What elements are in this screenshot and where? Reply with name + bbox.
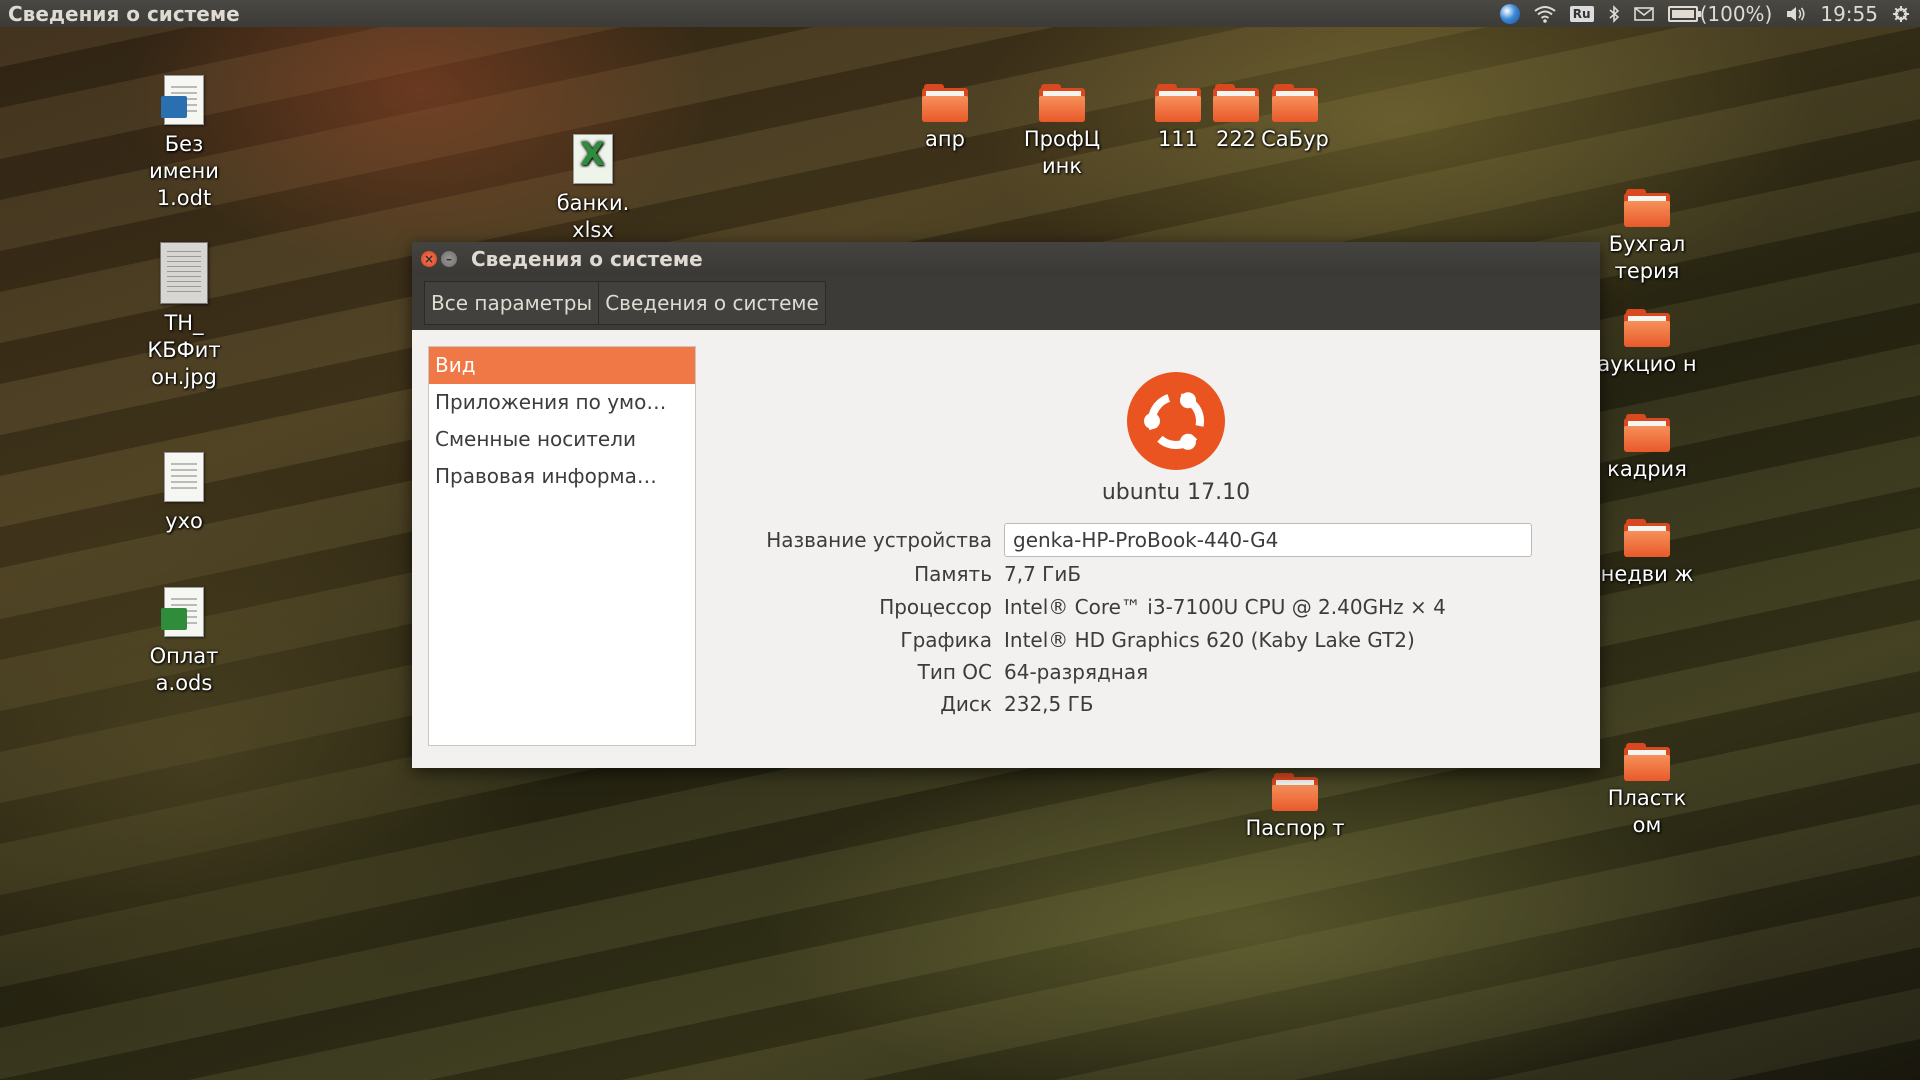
desktop-folder[interactable]: кадрия	[1592, 414, 1702, 483]
sidebar-item-default-apps[interactable]: Приложения по умо…	[429, 384, 695, 421]
folder-icon	[1039, 84, 1085, 122]
image-file-icon	[160, 242, 208, 304]
system-tray: Ru (100%) 19:55	[1499, 2, 1920, 26]
info-label: Графика	[900, 628, 992, 652]
folder-icon	[1624, 519, 1670, 557]
desktop-folder-label: Паспор т	[1245, 816, 1345, 840]
desktop-file-label: ухо	[165, 509, 203, 533]
volume-icon[interactable]	[1786, 6, 1806, 22]
desktop-folder-label: ПрофЦ инк	[1023, 127, 1101, 178]
window-content: Вид Приложения по умо… Сменные носители …	[412, 330, 1600, 768]
folder-icon	[1272, 84, 1318, 122]
close-button[interactable]: ×	[421, 251, 437, 267]
desktop-file-label: банки. xlsx	[556, 191, 630, 242]
desktop-folder-label: аукцио н	[1597, 352, 1697, 376]
info-row-disk: Диск 232,5 ГБ	[694, 692, 1094, 716]
desktop-file-label: Без имени 1.odt	[149, 132, 219, 210]
folder-icon	[922, 84, 968, 122]
power-icon[interactable]	[1892, 5, 1910, 23]
desktop-folder[interactable]: Пластк ом	[1592, 743, 1702, 839]
spreadsheet-document-icon	[161, 587, 204, 637]
sidebar-item-removable-media[interactable]: Сменные носители	[429, 421, 695, 458]
desktop-folder[interactable]: ПрофЦ инк	[1007, 84, 1117, 180]
info-label: Диск	[940, 692, 992, 716]
system-info-window: × – Сведения о системе Все параметры Све…	[412, 242, 1600, 768]
desktop-folder-label: Пластк ом	[1607, 786, 1687, 837]
info-row-memory: Память 7,7 ГиБ	[694, 562, 1081, 586]
clock[interactable]: 19:55	[1820, 2, 1878, 26]
desktop-folder[interactable]: Паспор т	[1240, 773, 1350, 842]
desktop-folder[interactable]: СаБур	[1240, 84, 1350, 153]
info-label: Процессор	[879, 595, 992, 619]
folder-icon	[1624, 743, 1670, 781]
desktop-folder-label: Бухгал терия	[1608, 232, 1686, 283]
desktop-folder-label: СаБур	[1261, 127, 1329, 151]
sidebar: Вид Приложения по умо… Сменные носители …	[428, 346, 696, 746]
ubuntu-logo-icon	[1127, 372, 1225, 470]
breadcrumb-system-info[interactable]: Сведения о системе	[599, 281, 826, 325]
desktop-file[interactable]: ТН_ КБФит он.jpg	[129, 242, 239, 391]
sidebar-item-overview[interactable]: Вид	[429, 347, 695, 384]
folder-icon	[1624, 189, 1670, 227]
info-value: 7,7 ГиБ	[1004, 562, 1082, 586]
breadcrumb-all-settings[interactable]: Все параметры	[424, 281, 600, 325]
desktop-file[interactable]: Без имени 1.odt	[129, 75, 239, 212]
desktop-folder-label: апр	[925, 127, 965, 151]
desktop-file[interactable]: Оплат а.ods	[129, 587, 239, 697]
sidebar-item-legal-notice[interactable]: Правовая информа…	[429, 458, 695, 495]
mail-icon[interactable]	[1633, 6, 1654, 21]
desktop-folder-label: недви ж	[1600, 562, 1694, 586]
desktop-folder-label: кадрия	[1607, 457, 1687, 481]
desktop-folder[interactable]: апр	[890, 84, 1000, 153]
desktop-file[interactable]: ухо	[129, 452, 239, 535]
info-row-os-type: Тип ОС 64-разрядная	[694, 660, 1149, 684]
info-row-graphics: Графика Intel® HD Graphics 620 (Kaby Lak…	[694, 628, 1415, 652]
battery-icon[interactable]	[1667, 5, 1701, 22]
info-label: Память	[914, 562, 992, 586]
active-window-title: Сведения о системе	[8, 1, 240, 26]
writer-document-icon	[161, 75, 204, 125]
folder-icon	[1624, 414, 1670, 452]
folder-icon	[1272, 773, 1318, 811]
excel-file-icon: X	[573, 134, 613, 184]
top-panel: Сведения о системе Ru (100%) 19:55	[0, 0, 1920, 27]
minimize-button[interactable]: –	[441, 251, 457, 267]
desktop-file-label: Оплат а.ods	[149, 644, 219, 695]
breadcrumb: Все параметры Сведения о системе	[412, 276, 1600, 330]
window-title: Сведения о системе	[471, 247, 703, 271]
text-file-icon	[164, 452, 204, 502]
globe-icon[interactable]	[1499, 3, 1520, 24]
overview-panel: ubuntu 17.10 Название устройства genka-H…	[694, 330, 1600, 768]
info-value: 64-разрядная	[1004, 660, 1149, 684]
desktop-file-label: ТН_ КБФит он.jpg	[147, 311, 221, 389]
bluetooth-icon[interactable]	[1608, 4, 1620, 23]
desktop-folder[interactable]: Бухгал терия	[1592, 189, 1702, 285]
device-name-row: Название устройства genka-HP-ProBook-440…	[694, 523, 1532, 557]
info-label: Тип ОС	[917, 660, 992, 684]
wifi-icon[interactable]	[1534, 5, 1556, 23]
device-name-label: Название устройства	[766, 528, 992, 552]
info-row-processor: Процессор Intel® Core™ i3-7100U CPU @ 2.…	[694, 595, 1446, 619]
distro-version: ubuntu 17.10	[1101, 480, 1251, 505]
keyboard-layout-icon[interactable]: Ru	[1569, 5, 1594, 22]
battery-percentage[interactable]: (100%)	[1700, 2, 1773, 26]
info-value: Intel® HD Graphics 620 (Kaby Lake GT2)	[1004, 628, 1415, 652]
desktop-file[interactable]: X банки. xlsx	[538, 134, 648, 244]
info-value: Intel® Core™ i3-7100U CPU @ 2.40GHz × 4	[1004, 595, 1446, 619]
folder-icon	[1624, 309, 1670, 347]
window-titlebar[interactable]: × – Сведения о системе	[412, 242, 1600, 276]
info-value: 232,5 ГБ	[1004, 692, 1094, 716]
device-name-field[interactable]: genka-HP-ProBook-440-G4	[1004, 523, 1532, 557]
desktop-folder[interactable]: недви ж	[1592, 519, 1702, 588]
desktop-folder[interactable]: аукцио н	[1592, 309, 1702, 378]
